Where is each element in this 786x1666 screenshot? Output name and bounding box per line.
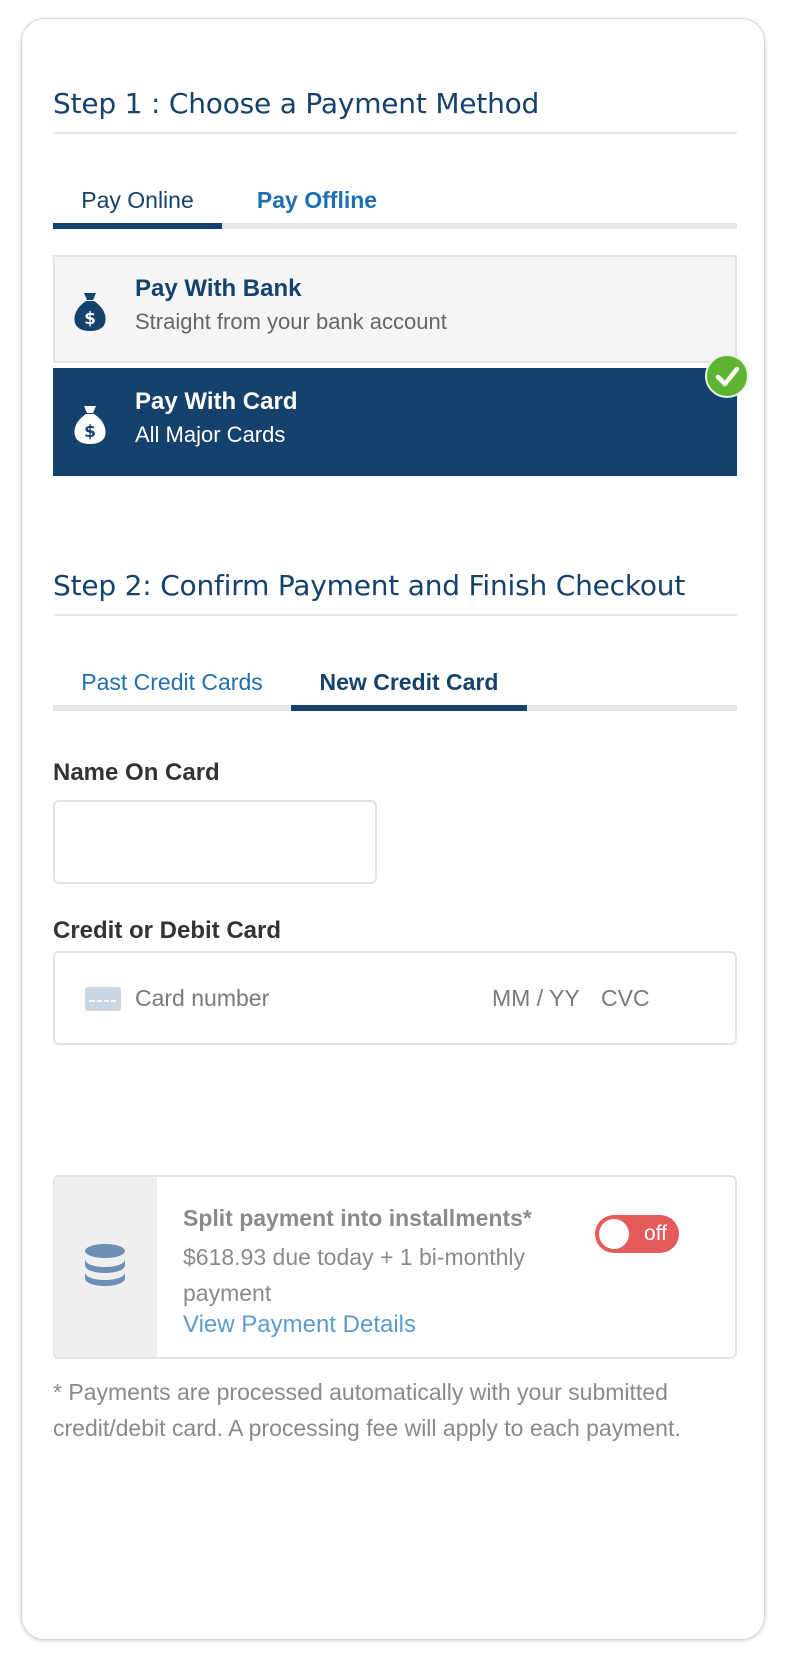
money-bag-icon: $: [74, 293, 106, 331]
tab-pay-online-label: Pay Online: [81, 187, 194, 213]
tab-past-credit-cards-label: Past Credit Cards: [81, 669, 263, 695]
installments-panel: Split payment into installments* $618.93…: [53, 1175, 737, 1359]
name-on-card-label: Name On Card: [53, 759, 220, 786]
processing-footnote: * Payments are processed automatically w…: [53, 1379, 681, 1441]
installments-description: $618.93 due today + 1 bi-monthly payment: [183, 1244, 526, 1306]
card-number-field[interactable]: Card number MM / YY CVC: [53, 951, 737, 1045]
toggle-state-label: off: [644, 1222, 667, 1245]
view-payment-details-link[interactable]: View Payment Details: [183, 1311, 416, 1339]
pay-with-card-title: Pay With Card: [135, 388, 298, 415]
card-source-tabs: Past Credit Cards New Credit Card: [53, 659, 737, 711]
pay-with-card-option[interactable]: $ Pay With Card All Major Cards: [53, 354, 749, 476]
pay-with-bank-subtitle: Straight from your bank account: [135, 309, 447, 334]
coins-stack-icon: [85, 1244, 125, 1286]
pay-with-bank-title: Pay With Bank: [135, 275, 302, 302]
name-on-card-input[interactable]: [53, 800, 377, 884]
checkout-card: Step 1 : Choose a Payment Method Pay Onl…: [21, 18, 765, 1640]
credit-card-label: Credit or Debit Card: [53, 917, 282, 944]
svg-text:$: $: [84, 309, 96, 329]
tab-pay-offline[interactable]: Pay Offline: [222, 177, 412, 223]
checkout-content: Step 1 : Choose a Payment Method Pay Onl…: [53, 19, 749, 1639]
svg-text:$: $: [84, 422, 96, 442]
card-number-placeholder: Card number: [135, 985, 270, 1011]
tab-pay-online[interactable]: Pay Online: [53, 177, 222, 229]
pay-with-bank-option[interactable]: $ Pay With Bank Straight from your bank …: [53, 255, 737, 363]
pay-with-card-subtitle: All Major Cards: [135, 422, 286, 447]
installments-toggle[interactable]: off: [595, 1215, 679, 1253]
toggle-knob: [599, 1219, 629, 1249]
tab-new-credit-card[interactable]: New Credit Card: [291, 659, 527, 711]
expiry-placeholder: MM / YY: [492, 985, 580, 1011]
selected-check-icon: [705, 354, 749, 398]
money-bag-icon: $: [74, 406, 106, 444]
cvc-placeholder: CVC: [601, 985, 650, 1011]
payment-method-tabs: Pay Online Pay Offline: [53, 177, 737, 229]
active-tab-indicator: [291, 705, 527, 711]
installments-title: Split payment into installments*: [183, 1205, 532, 1231]
step1-title: Step 1 : Choose a Payment Method: [53, 87, 737, 134]
active-tab-indicator: [53, 223, 222, 229]
tab-past-credit-cards[interactable]: Past Credit Cards: [53, 659, 291, 705]
installments-icon-panel: [55, 1177, 157, 1357]
tab-pay-offline-label: Pay Offline: [256, 187, 378, 213]
step2-title: Step 2: Confirm Payment and Finish Check…: [53, 569, 737, 616]
credit-card-icon: [85, 987, 121, 1011]
tab-new-credit-card-label: New Credit Card: [319, 669, 499, 695]
